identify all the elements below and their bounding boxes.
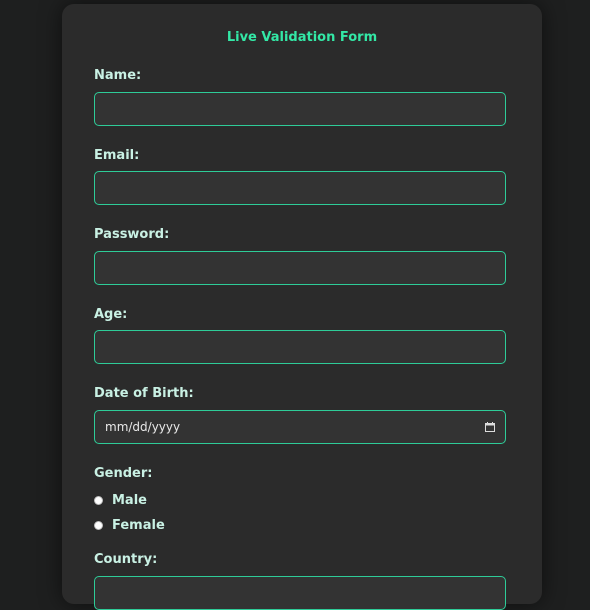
- radio-male[interactable]: [94, 495, 103, 505]
- dob-label: Date of Birth:: [94, 386, 194, 401]
- gender-label: Gender:: [94, 466, 153, 481]
- form-title: Live Validation Form: [226, 30, 378, 45]
- age-input[interactable]: [94, 330, 506, 364]
- password-label: Password:: [94, 227, 170, 242]
- name-label: Name:: [94, 68, 142, 83]
- dob-placeholder: mm/dd/yyyy: [105, 420, 181, 434]
- radio-female-label: Female: [112, 517, 165, 533]
- email-label: Email:: [94, 148, 140, 163]
- gender-option-female[interactable]: Female: [94, 517, 165, 533]
- radio-female[interactable]: [94, 520, 103, 530]
- gender-option-male[interactable]: Male: [94, 492, 147, 508]
- age-label: Age:: [94, 307, 128, 322]
- dob-input[interactable]: mm/dd/yyyy: [94, 410, 506, 444]
- password-input[interactable]: [94, 251, 506, 285]
- calendar-icon[interactable]: [485, 422, 495, 432]
- country-select[interactable]: [94, 576, 506, 610]
- email-input[interactable]: [94, 171, 506, 205]
- form-card: Live Validation Form Name: Email: Passwo…: [62, 4, 542, 610]
- country-label: Country:: [94, 552, 158, 567]
- radio-male-label: Male: [112, 492, 147, 508]
- name-input[interactable]: [94, 92, 506, 126]
